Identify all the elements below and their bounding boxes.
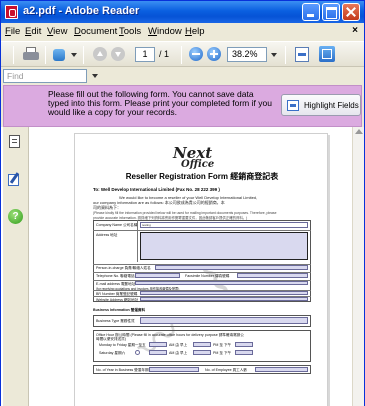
business-info-label: Business Information 營運資料 xyxy=(93,308,146,312)
signatures-panel-icon[interactable] xyxy=(8,171,22,186)
form-title: Reseller Registration Form 經銷商登記表 xyxy=(125,172,279,181)
form-message-bar: Please fill out the following form. You … xyxy=(3,85,362,127)
website-label: Website Address 網站地址 xyxy=(96,298,139,302)
toolbar-separator xyxy=(285,46,286,64)
website-field[interactable] xyxy=(140,297,308,301)
document-content-area: ? 〰︎ ⌇ Next Office Reseller Registration… xyxy=(1,127,364,406)
toolbar: 1 / 1 38.2% xyxy=(1,41,364,67)
monday-friday-label: Monday to Friday 星期一至五 xyxy=(99,343,146,347)
menu-bar: File Edit View Document Tools Window Hel… xyxy=(1,23,364,41)
zoom-dropdown-icon[interactable] xyxy=(271,53,277,57)
help-icon[interactable]: ? xyxy=(8,209,23,224)
highlight-fields-button[interactable]: Highlight Fields xyxy=(281,94,361,116)
telephone-label: Telephone No. 聯絡電話 xyxy=(96,274,135,278)
full-screen-button[interactable] xyxy=(319,46,335,62)
years-in-business-label: No. of Year in Business 營運年期 xyxy=(96,368,149,372)
printer-body-icon xyxy=(23,52,39,60)
menu-file[interactable]: File xyxy=(5,26,20,37)
saturday-from-field[interactable] xyxy=(149,350,167,355)
collaborate-button[interactable] xyxy=(53,46,69,64)
weekday-from-field[interactable] xyxy=(149,342,167,347)
toolbar-separator xyxy=(181,46,182,64)
adobe-reader-icon xyxy=(5,5,18,19)
minimize-button[interactable] xyxy=(302,3,320,21)
find-toolbar: Find xyxy=(1,67,364,85)
highlight-fields-icon xyxy=(287,100,299,111)
collaborate-icon xyxy=(53,49,65,61)
zoom-in-button[interactable] xyxy=(207,47,221,61)
adobe-reader-window: a2.pdf - Adobe Reader File Edit View Doc… xyxy=(0,0,365,406)
navigation-pane: ? xyxy=(3,127,29,406)
zoom-out-button[interactable] xyxy=(189,47,203,61)
highlight-fields-label: Highlight Fields xyxy=(304,101,359,110)
saturday-pm-field[interactable] xyxy=(235,350,253,355)
window-title: a2.pdf - Adobe Reader xyxy=(23,5,140,17)
pages-panel-icon[interactable] xyxy=(9,135,20,148)
weekday-pm-field[interactable] xyxy=(235,342,253,347)
pm-to-label: PM 至 下午 xyxy=(213,351,232,355)
menu-window[interactable]: Window xyxy=(148,26,182,37)
next-office-logo-sub: Office xyxy=(181,159,215,170)
fit-width-button[interactable] xyxy=(295,47,309,62)
business-type-label: Business Type 業務性質 xyxy=(96,319,135,323)
document-viewport[interactable]: 〰︎ ⌇ Next Office Reseller Registration F… xyxy=(30,127,352,406)
menu-view[interactable]: View xyxy=(47,26,67,37)
recipient-line: To: Well Develop International Limited (… xyxy=(93,187,220,192)
business-type-field[interactable] xyxy=(140,317,308,324)
address-label: Address 地址 xyxy=(96,233,118,237)
menu-help[interactable]: Help xyxy=(185,26,205,37)
toolbar-grip xyxy=(13,46,14,64)
fax-field[interactable] xyxy=(237,273,308,278)
am-from-label: AM 由 早上 xyxy=(169,351,188,355)
print-button[interactable] xyxy=(23,46,39,64)
company-name-field[interactable] xyxy=(140,222,308,228)
company-name-value: testing xyxy=(142,223,151,227)
company-name-label: Company Name 公司名稱 xyxy=(96,223,138,227)
saturday-radio[interactable] xyxy=(135,350,140,355)
email-field[interactable] xyxy=(135,281,308,285)
employees-field[interactable] xyxy=(255,367,308,372)
form-message-text: Please fill out the following form. You … xyxy=(48,89,272,117)
fax-label: Facsimile Number 傳真號碼 xyxy=(185,274,230,278)
saturday-label: Saturday 星期六 xyxy=(99,351,126,355)
vertical-scrollbar[interactable] xyxy=(352,127,364,406)
person-in-charge-field[interactable] xyxy=(155,265,308,270)
table-rule xyxy=(93,230,311,231)
zoom-level-input[interactable]: 38.2% xyxy=(227,47,267,62)
close-document-icon[interactable]: × xyxy=(352,25,358,36)
collaborate-dropdown-icon[interactable] xyxy=(71,53,77,57)
pdf-page: 〰︎ ⌇ Next Office Reseller Registration F… xyxy=(74,133,328,406)
menu-edit[interactable]: Edit xyxy=(25,26,41,37)
find-input[interactable]: Find xyxy=(3,69,87,83)
previous-page-button[interactable] xyxy=(93,47,107,61)
menu-document[interactable]: Document xyxy=(74,26,117,37)
page-total-label: / 1 xyxy=(159,49,170,59)
am-from-label: AM 由 早上 xyxy=(169,343,188,347)
office-hours-sub-label: 時間以便安排送貨) xyxy=(96,337,126,341)
employees-label: No. of Employee 員工人數 xyxy=(205,368,247,372)
weekday-to-field[interactable] xyxy=(193,342,211,347)
table-rule xyxy=(137,220,138,262)
toolbar-separator xyxy=(45,46,46,64)
close-window-button[interactable] xyxy=(342,3,360,21)
address-field[interactable] xyxy=(140,232,308,260)
scroll-up-icon[interactable] xyxy=(355,129,363,134)
telephone-field[interactable] xyxy=(135,273,180,278)
find-dropdown-icon[interactable] xyxy=(92,74,98,78)
menu-tools[interactable]: Tools xyxy=(119,26,141,37)
person-in-charge-label: Person-in-charge 負責/聯絡人姓名 xyxy=(96,266,151,270)
next-page-button[interactable] xyxy=(111,47,125,61)
title-bar[interactable]: a2.pdf - Adobe Reader xyxy=(1,1,364,23)
maximize-button[interactable] xyxy=(322,3,340,21)
page-number-input[interactable]: 1 xyxy=(135,47,155,62)
br-number-field[interactable] xyxy=(140,291,308,295)
toolbar-separator xyxy=(83,46,84,64)
pm-to-label: PM 至 下午 xyxy=(213,343,232,347)
saturday-to-field[interactable] xyxy=(193,350,211,355)
years-in-business-field[interactable] xyxy=(149,367,199,372)
